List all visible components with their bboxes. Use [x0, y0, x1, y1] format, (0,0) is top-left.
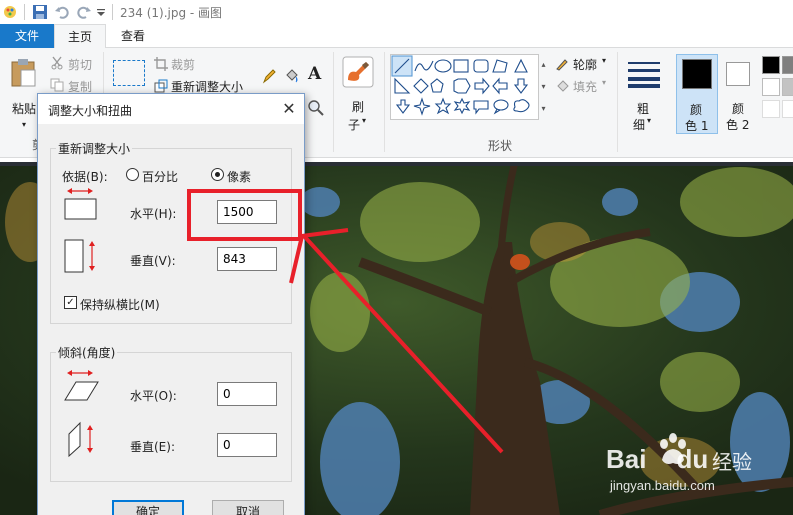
watermark-suffix: 经验 [712, 450, 752, 474]
highlight-box [187, 189, 302, 241]
watermark-url: jingyan.baidu.com [610, 478, 715, 493]
watermark-brand: Bai [606, 444, 647, 474]
watermark: Bai du 经验 jingyan.baidu.com [606, 433, 793, 500]
paw-icon [660, 433, 686, 464]
annotation-arrow-shaft [302, 234, 504, 454]
